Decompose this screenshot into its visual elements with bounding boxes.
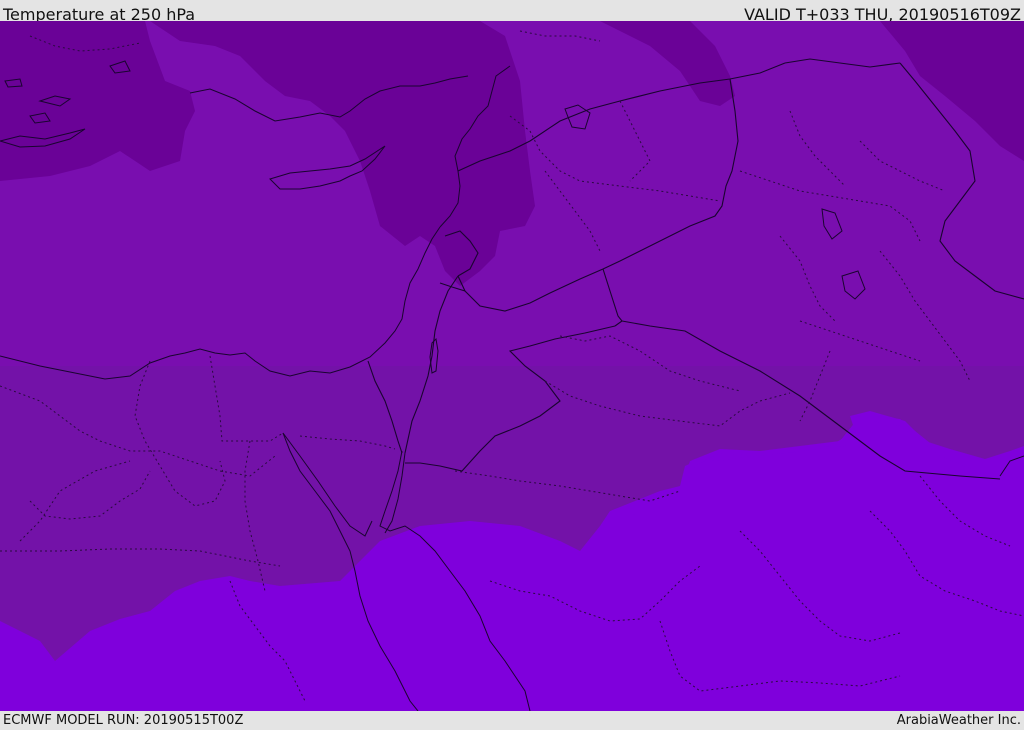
map-title: Temperature at 250 hPa — [3, 5, 196, 21]
temperature-map — [0, 21, 1024, 711]
credit-label: ArabiaWeather Inc. — [896, 713, 1021, 728]
model-run-label: ECMWF MODEL RUN: 20190515T00Z — [3, 713, 244, 728]
footer-bar: ECMWF MODEL RUN: 20190515T00Z ArabiaWeat… — [0, 711, 1024, 729]
valid-time: VALID T+033 THU, 20190516T09Z — [744, 5, 1021, 21]
header-bar: Temperature at 250 hPa VALID T+033 THU, … — [0, 0, 1024, 21]
